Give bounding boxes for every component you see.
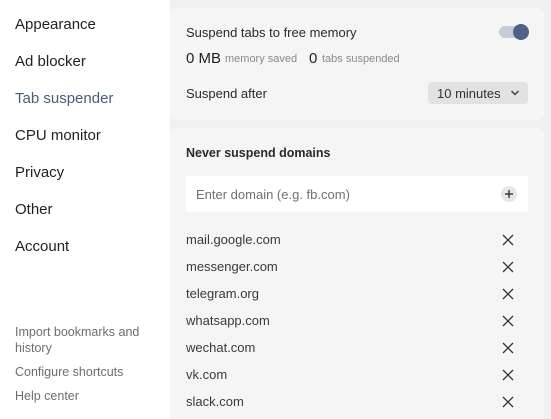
domain-input[interactable] [186, 176, 486, 212]
domain-list-item: whatsapp.com [186, 311, 528, 331]
close-icon[interactable] [501, 260, 515, 274]
plus-icon [505, 190, 513, 198]
domain-list-item: vk.com [186, 365, 528, 385]
domain-name: whatsapp.com [186, 313, 270, 328]
domain-list-item: messenger.com [186, 257, 528, 277]
domain-input-row [186, 176, 528, 212]
sidebar-item-account[interactable]: Account [15, 238, 69, 255]
settings-sidebar: Appearance Ad blocker Tab suspender CPU … [0, 0, 170, 419]
configure-shortcuts-link[interactable]: Configure shortcuts [15, 364, 155, 380]
domain-list-item: telegram.org [186, 284, 528, 304]
domain-name: slack.com [186, 394, 244, 409]
close-icon[interactable] [501, 395, 515, 409]
toggle-knob [513, 24, 529, 40]
domain-name: telegram.org [186, 286, 259, 301]
add-domain-button[interactable] [501, 186, 517, 202]
domain-name: messenger.com [186, 259, 278, 274]
close-icon[interactable] [501, 368, 515, 382]
chevron-down-icon [510, 90, 520, 96]
tabs-suspended-value: 0 [309, 50, 318, 67]
help-center-link[interactable]: Help center [15, 388, 155, 404]
domain-name: vk.com [186, 367, 228, 382]
memory-saved-caption: memory saved [225, 53, 298, 65]
domain-list-item: slack.com [186, 392, 528, 412]
domain-name: wechat.com [186, 340, 256, 355]
domain-list-item: wechat.com [186, 338, 528, 358]
suspend-after-value: 10 minutes [437, 86, 501, 101]
sidebar-item-cpu-monitor[interactable]: CPU monitor [15, 127, 101, 144]
close-icon[interactable] [501, 341, 515, 355]
close-icon[interactable] [501, 287, 515, 301]
sidebar-item-other[interactable]: Other [15, 201, 53, 218]
domain-name: mail.google.com [186, 232, 281, 247]
sidebar-item-privacy[interactable]: Privacy [15, 164, 64, 181]
suspend-after-label: Suspend after [186, 86, 267, 101]
sidebar-item-ad-blocker[interactable]: Ad blocker [15, 53, 86, 70]
memory-saved-value: 0 MB [186, 50, 222, 67]
suspend-after-select[interactable]: 10 minutes [428, 82, 528, 104]
close-icon[interactable] [501, 233, 515, 247]
suspend-tabs-toggle[interactable] [499, 24, 529, 40]
sidebar-item-tab-suspender[interactable]: Tab suspender [15, 90, 113, 107]
close-icon[interactable] [501, 314, 515, 328]
tabs-suspended-caption: tabs suspended [322, 53, 400, 65]
suspend-toggle-label: Suspend tabs to free memory [186, 25, 357, 40]
never-suspend-title: Never suspend domains [186, 146, 331, 160]
sidebar-item-appearance[interactable]: Appearance [15, 16, 96, 33]
domain-list-item: mail.google.com [186, 230, 528, 250]
import-bookmarks-link[interactable]: Import bookmarks and history [15, 324, 155, 356]
